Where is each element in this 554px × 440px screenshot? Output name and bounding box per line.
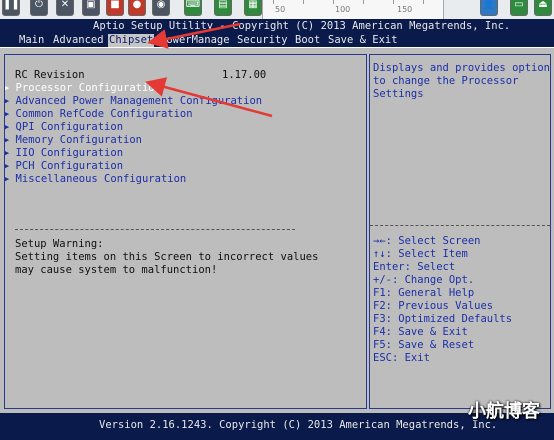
warning-divider [15, 229, 295, 231]
pause-icon[interactable]: ❚❚ [2, 0, 20, 16]
key-hint: ESC: Exit [373, 352, 430, 364]
help-divider [370, 225, 550, 227]
menu-item-processor-configuration[interactable]: ▶ Processor Configuration [5, 82, 161, 95]
key-hint: ↑↓: Select Item [373, 248, 468, 260]
power-icon[interactable]: ⏻ [30, 0, 48, 16]
help-description-line: Settings [373, 88, 424, 100]
ruler-tick: 150 [397, 5, 413, 14]
warning-line: Setting items on this Screen to incorrec… [15, 251, 319, 263]
tab-save-exit[interactable]: Save & Exit [328, 34, 398, 47]
tab-security[interactable]: Security [237, 34, 288, 47]
version-text: Version 2.16.1243. Copyright (C) 2013 Am… [99, 419, 498, 431]
menu-item-advanced-power-management[interactable]: ▶ Advanced Power Management Configuratio… [5, 95, 262, 108]
tab-boot[interactable]: Boot [295, 34, 320, 47]
rc-revision-value: 1.17.00 [222, 69, 267, 81]
key-hint: F5: Save & Reset [373, 339, 475, 351]
bios-header: Aptio Setup Utility - Copyright (C) 2013… [0, 19, 554, 47]
tab-advanced[interactable]: Advanced [53, 34, 104, 47]
key-hint: Enter: Select [373, 261, 456, 273]
zoom-ruler[interactable]: 50 100 150 [262, 0, 444, 19]
menu-item-qpi[interactable]: ▶ QPI Configuration [5, 121, 123, 134]
rc-revision-label: RC Revision [15, 69, 85, 81]
triangle-right-icon: ▶ [5, 110, 10, 118]
key-hint: F1: General Help [373, 287, 475, 299]
bios-menu-bar: Main Advanced Chipset PowerManage Securi… [0, 34, 554, 47]
exit-icon[interactable]: ⏏ [534, 0, 552, 16]
menu-item-pch[interactable]: ▶ PCH Configuration [5, 160, 123, 173]
tab-main[interactable]: Main [19, 34, 44, 47]
menu-item-label: PCH Configuration [15, 160, 124, 172]
tools-icon[interactable]: ✕ [56, 0, 74, 16]
key-hint: →←: Select Screen [373, 235, 481, 247]
menu-item-label: Memory Configuration [15, 134, 142, 146]
menu-item-label: IIO Configuration [15, 147, 124, 159]
help-pane: Displays and provides option to change t… [369, 54, 551, 409]
warning-title: Setup Warning: [15, 238, 104, 250]
screen-icon[interactable]: ▤ [214, 0, 232, 16]
tab-powermanage[interactable]: PowerManage [160, 34, 230, 47]
keyboard-icon[interactable]: ⌨ [184, 0, 202, 16]
key-hint: F2: Previous Values [373, 300, 494, 312]
triangle-right-icon: ▶ [5, 149, 10, 157]
device-icon[interactable]: ▣ [82, 0, 100, 16]
ruler-tick: 50 [275, 5, 286, 14]
menu-item-miscellaneous[interactable]: ▶ Miscellaneous Configuration [5, 173, 186, 186]
help-description-line: Displays and provides option [373, 62, 551, 74]
monitor-icon[interactable]: ▭ [510, 0, 528, 16]
triangle-right-icon: ▶ [5, 175, 10, 183]
bios-title: Aptio Setup Utility - Copyright (C) 2013… [93, 20, 511, 32]
triangle-right-icon: ▶ [5, 123, 10, 131]
ruler-tick: 100 [335, 5, 351, 14]
menu-item-memory[interactable]: ▶ Memory Configuration [5, 134, 142, 147]
viewer-toolbar: ❚❚ ⏻ ✕ ▣ ■ ● ◉ ⌨ ▤ ▦ 50 100 150 👤 ▭ ⏏ [0, 0, 554, 20]
stop-icon[interactable]: ■ [106, 0, 124, 16]
help-description-line: to change the Processor [373, 75, 519, 87]
record-icon[interactable]: ● [128, 0, 146, 16]
menu-item-label: Advanced Power Management Configuration [15, 95, 263, 107]
key-hint: F4: Save & Exit [373, 326, 468, 338]
settings-pane: RC Revision 1.17.00 ▶ Processor Configur… [4, 54, 367, 409]
menu-item-label: Miscellaneous Configuration [15, 173, 187, 185]
triangle-right-icon: ▶ [5, 136, 10, 144]
menu-item-label: Common RefCode Configuration [15, 108, 193, 120]
camera-icon[interactable]: ◉ [152, 0, 170, 16]
watermark: 小航博客 [468, 401, 540, 422]
triangle-right-icon: ▶ [5, 162, 10, 170]
menu-item-iio[interactable]: ▶ IIO Configuration [5, 147, 123, 160]
triangle-right-icon: ▶ [5, 97, 10, 105]
grid-icon[interactable]: ▦ [244, 0, 262, 16]
triangle-right-icon: ▶ [5, 84, 10, 92]
tab-chipset[interactable]: Chipset [108, 34, 155, 47]
bios-panel: RC Revision 1.17.00 ▶ Processor Configur… [0, 47, 554, 414]
menu-item-label: QPI Configuration [15, 121, 124, 133]
key-hint: F3: Optimized Defaults [373, 313, 513, 325]
menu-item-label: Processor Configuration [15, 82, 161, 94]
key-hint: +/-: Change Opt. [373, 274, 475, 286]
warning-line: may cause system to malfunction! [15, 264, 218, 276]
user-icon[interactable]: 👤 [480, 0, 498, 16]
menu-item-common-refcode[interactable]: ▶ Common RefCode Configuration [5, 108, 193, 121]
